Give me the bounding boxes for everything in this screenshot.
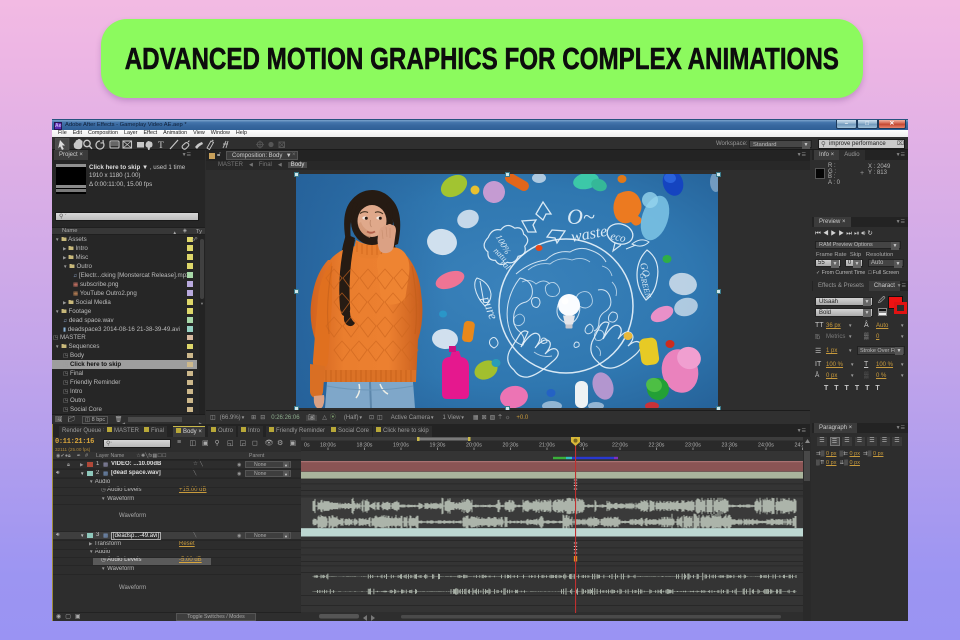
svg-text:T: T: [158, 141, 164, 151]
svg-text:0s: 0s: [304, 443, 310, 449]
